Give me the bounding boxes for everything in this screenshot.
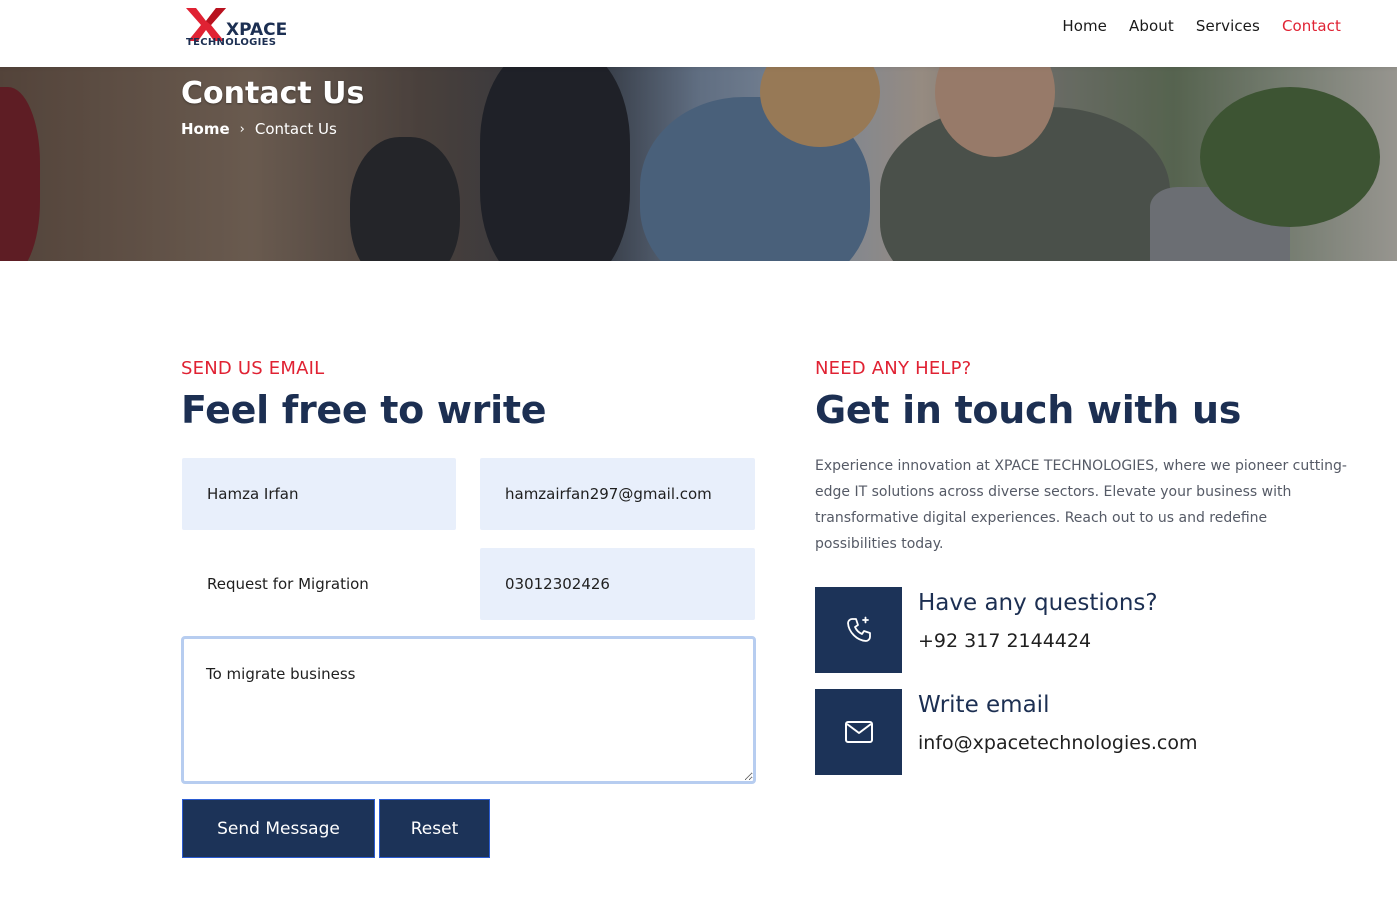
contact-phone-value[interactable]: +92 317 2144424 (918, 630, 1091, 652)
page-title: Contact Us (181, 76, 365, 111)
name-field[interactable] (182, 458, 456, 530)
breadcrumb-current: Contact Us (254, 120, 337, 138)
xpace-logo[interactable]: XPACE TECHNOLOGIES (184, 5, 294, 49)
contact-email-title: Write email (918, 692, 1050, 718)
contact-phone-title: Have any questions? (918, 590, 1158, 616)
contact-email: Write email info@xpacetechnologies.com (815, 689, 1335, 775)
nav-services[interactable]: Services (1196, 17, 1260, 35)
phone-icon (846, 616, 871, 642)
contact-phone: Have any questions? +92 317 2144424 (815, 587, 1335, 673)
logo-subtitle: TECHNOLOGIES (186, 37, 277, 48)
message-field[interactable]: To migrate business (181, 636, 756, 784)
email-field[interactable] (480, 458, 755, 530)
nav-home[interactable]: Home (1062, 17, 1107, 35)
nav-contact[interactable]: Contact (1282, 17, 1341, 35)
nav-about[interactable]: About (1129, 17, 1174, 35)
envelope-icon-box (815, 689, 902, 775)
xpace-logo-mark (186, 8, 226, 41)
phone-icon-box (815, 587, 902, 673)
main-nav: Home About Services Contact (1062, 17, 1341, 35)
contact-email-value[interactable]: info@xpacetechnologies.com (918, 732, 1197, 754)
form-eyebrow: SEND US EMAIL (181, 358, 325, 379)
help-heading: Get in touch with us (815, 388, 1242, 432)
phone-field[interactable] (480, 548, 755, 620)
help-eyebrow: NEED ANY HELP? (815, 358, 972, 379)
subject-field[interactable] (182, 548, 456, 620)
envelope-icon (844, 721, 873, 743)
chevron-right-icon: › (239, 121, 245, 137)
site-header: XPACE TECHNOLOGIES Home About Services C… (0, 0, 1397, 67)
breadcrumb: Home › Contact Us (181, 120, 337, 138)
hero-banner: Contact Us Home › Contact Us (0, 67, 1397, 261)
send-message-button[interactable]: Send Message (182, 799, 375, 858)
breadcrumb-home[interactable]: Home (181, 120, 230, 138)
form-heading: Feel free to write (181, 388, 547, 432)
help-intro: Experience innovation at XPACE TECHNOLOG… (815, 458, 1347, 552)
reset-button[interactable]: Reset (379, 799, 490, 858)
